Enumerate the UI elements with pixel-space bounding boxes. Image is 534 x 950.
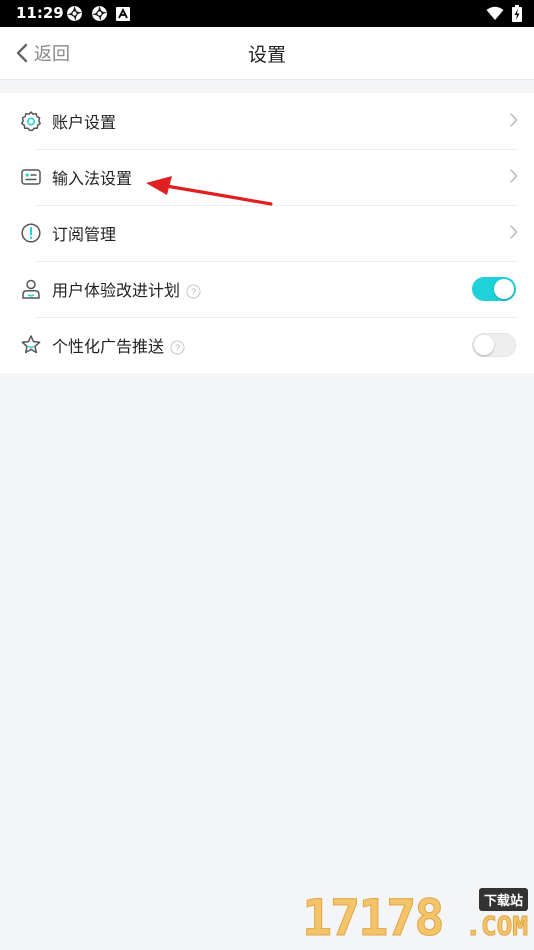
exclamation-circle-icon [21, 223, 41, 243]
status-bar: 11:29 [0, 0, 534, 27]
settings-item-label: 用户体验改进计划 [52, 281, 181, 300]
status-time: 11:29 [16, 4, 64, 22]
settings-item-subscription[interactable]: 订阅管理 [0, 205, 534, 261]
watermark-digits: 17178 [302, 889, 446, 948]
app-header: 返回 设置 [0, 27, 534, 80]
battery-charging-icon [512, 5, 522, 22]
status-system-icons [486, 5, 522, 22]
back-label: 返回 [34, 44, 70, 65]
settings-item-label-wrap: 用户体验改进计划 ? [52, 277, 201, 301]
watermark-logo: 17178 下载站 .COM [302, 888, 532, 948]
watermark-badge: 下载站 [478, 888, 528, 911]
aperture-icon [92, 6, 107, 21]
help-icon[interactable]: ? [170, 340, 185, 355]
settings-item-label: 个性化广告推送 [52, 337, 165, 356]
toggle-knob [494, 279, 514, 299]
settings-item-personalized-ads: 个性化广告推送 ? [0, 317, 534, 373]
personalized-ads-toggle[interactable] [472, 333, 516, 357]
help-glyph: ? [191, 287, 196, 298]
aperture-icon [67, 6, 82, 21]
gear-icon [21, 111, 41, 132]
star-icon [21, 335, 41, 354]
status-notification-icons [66, 5, 130, 22]
settings-item-input-method[interactable]: 输入法设置 [0, 149, 534, 205]
keyboard-icon [21, 169, 41, 185]
help-glyph: ? [175, 343, 180, 354]
chevron-right-icon [509, 168, 518, 184]
a-box-icon [116, 7, 130, 21]
toggle-knob [474, 335, 494, 355]
chevron-right-icon [509, 224, 518, 240]
ux-program-toggle[interactable] [472, 277, 516, 301]
back-button[interactable]: 返回 [16, 27, 70, 79]
help-icon[interactable]: ? [186, 284, 201, 299]
page-title: 设置 [247, 43, 286, 66]
chevron-right-icon [509, 112, 518, 128]
chevron-left-icon [16, 43, 28, 63]
settings-list: 账户设置 输入法设置 订阅管理 用户体验改进计划 ? 个性化广告推送 ? [0, 93, 534, 373]
user-icon [22, 279, 40, 299]
settings-item-label-wrap: 个性化广告推送 ? [52, 333, 185, 357]
settings-item-ux-program: 用户体验改进计划 ? [0, 261, 534, 317]
settings-item-label: 账户设置 [52, 113, 117, 132]
watermark-suffix: .COM [465, 912, 529, 943]
settings-item-label: 输入法设置 [52, 169, 133, 188]
settings-item-account[interactable]: 账户设置 [0, 93, 534, 149]
settings-item-label: 订阅管理 [52, 225, 117, 244]
wifi-icon [486, 6, 504, 20]
